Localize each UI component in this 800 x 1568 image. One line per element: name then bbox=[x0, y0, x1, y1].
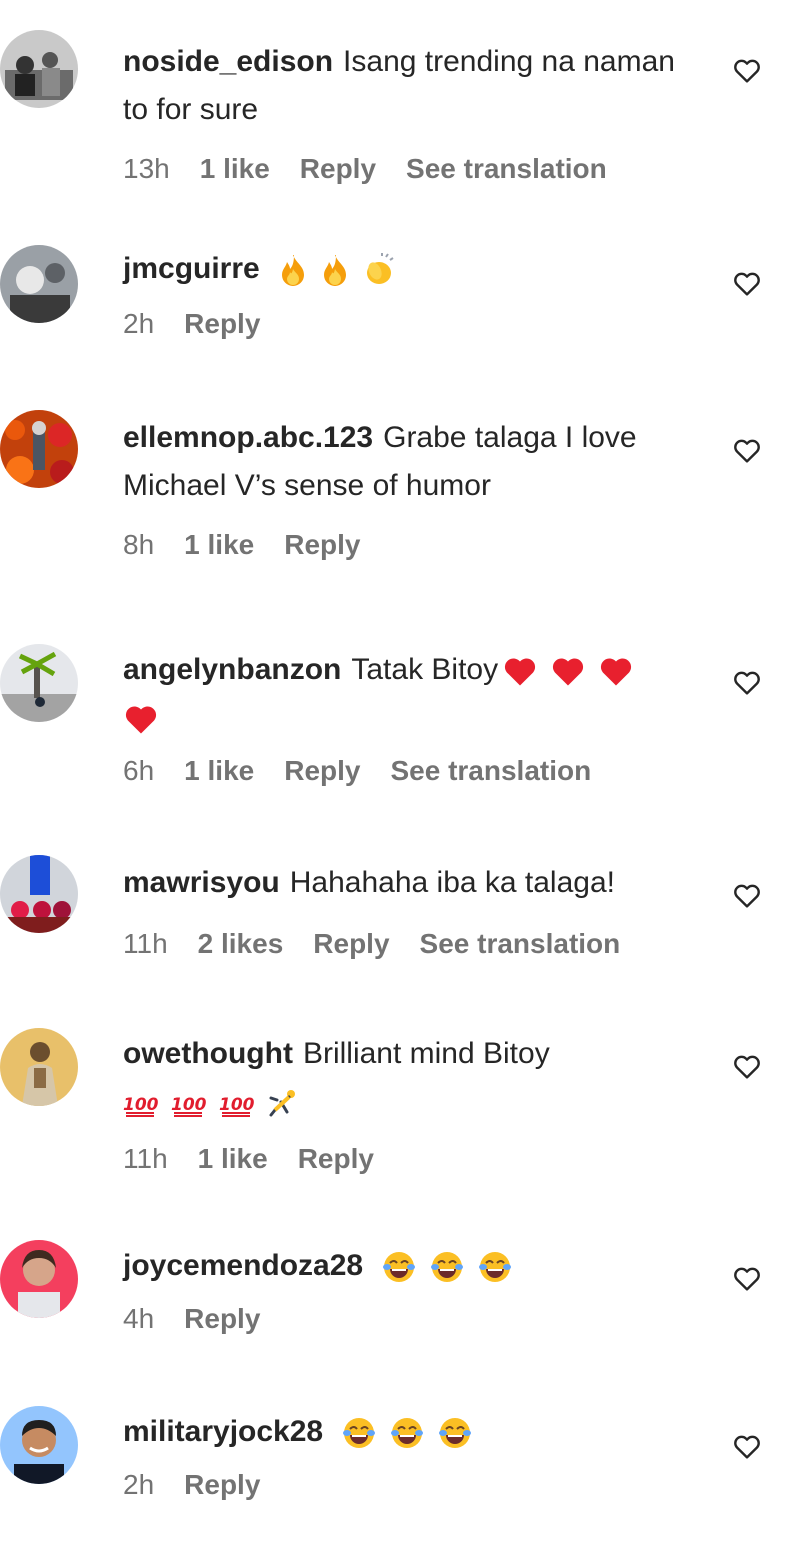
avatar[interactable] bbox=[0, 245, 78, 323]
username-link[interactable]: noside_edison bbox=[123, 45, 333, 78]
username-link[interactable]: jmcguirre bbox=[123, 252, 260, 285]
comment-text: noside_edison Isang trending na naman to … bbox=[123, 38, 708, 134]
heart-outline-icon bbox=[734, 272, 760, 296]
like-button[interactable] bbox=[731, 434, 763, 466]
joy-emoji-icon bbox=[477, 1249, 513, 1285]
username-link[interactable]: joycemendoza28 bbox=[123, 1249, 363, 1282]
like-button[interactable] bbox=[731, 1430, 763, 1462]
avatar[interactable] bbox=[0, 410, 78, 488]
joy-emoji-icon bbox=[389, 1415, 425, 1451]
comment-meta: 2h Reply bbox=[123, 1468, 708, 1502]
comment-meta: 4h Reply bbox=[123, 1302, 708, 1336]
like-button[interactable] bbox=[731, 54, 763, 86]
timestamp[interactable]: 13h bbox=[123, 152, 170, 186]
likes-count[interactable]: 1 like bbox=[184, 528, 254, 562]
reply-button[interactable]: Reply bbox=[184, 1468, 260, 1502]
hundred-points-emoji-icon: 100 bbox=[219, 1088, 255, 1118]
fire-emoji-icon bbox=[320, 253, 350, 287]
avatar[interactable] bbox=[0, 855, 78, 933]
comment-text: mawrisyou Hahahaha iba ka talaga! bbox=[123, 859, 708, 907]
reply-button[interactable]: Reply bbox=[184, 1302, 260, 1336]
hundred-points-emoji-icon: 100 bbox=[123, 1088, 159, 1118]
comment-text: angelynbanzon Tatak Bitoy bbox=[123, 646, 708, 742]
comment-meta: 13h 1 like Reply See translation bbox=[123, 152, 708, 186]
likes-count[interactable]: 1 like bbox=[198, 1142, 268, 1176]
avatar[interactable] bbox=[0, 1240, 78, 1318]
joy-emoji-icon bbox=[437, 1415, 473, 1451]
heart-outline-icon bbox=[734, 1435, 760, 1459]
reply-button[interactable]: Reply bbox=[284, 528, 360, 562]
like-button[interactable] bbox=[731, 666, 763, 698]
timestamp[interactable]: 6h bbox=[123, 754, 154, 788]
avatar[interactable] bbox=[0, 1028, 78, 1106]
joy-emoji-icon bbox=[341, 1415, 377, 1451]
see-translation-button[interactable]: See translation bbox=[406, 152, 607, 186]
username-link[interactable]: angelynbanzon bbox=[123, 653, 341, 686]
joy-emoji-icon bbox=[429, 1249, 465, 1285]
timestamp[interactable]: 8h bbox=[123, 528, 154, 562]
comments-list: noside_edison Isang trending na naman to … bbox=[0, 0, 800, 1568]
hundred-points-emoji-icon: 100 bbox=[171, 1088, 207, 1118]
avatar[interactable] bbox=[0, 644, 78, 722]
joy-emoji-icon bbox=[381, 1249, 417, 1285]
reply-button[interactable]: Reply bbox=[298, 1142, 374, 1176]
like-button[interactable] bbox=[731, 1262, 763, 1294]
comment-meta: 11h 2 likes Reply See translation bbox=[123, 927, 708, 961]
comment-text: ellemnop.abc.123 Grabe talaga I love Mich… bbox=[123, 414, 708, 510]
comment-meta: 2h Reply bbox=[123, 307, 708, 341]
comment-text: joycemendoza28 bbox=[123, 1242, 708, 1290]
reply-button[interactable]: Reply bbox=[313, 927, 389, 961]
red-heart-emoji-icon bbox=[598, 655, 634, 687]
username-link[interactable]: ellemnop.abc.123 bbox=[123, 421, 373, 454]
avatar[interactable] bbox=[0, 1406, 78, 1484]
comment-text: owethought Brilliant mind Bitoy 100 100 100 bbox=[123, 1030, 708, 1126]
username-link[interactable]: mawrisyou bbox=[123, 866, 280, 899]
like-button[interactable] bbox=[731, 1050, 763, 1082]
heart-outline-icon bbox=[734, 1055, 760, 1079]
comment-meta: 8h 1 like Reply bbox=[123, 528, 708, 562]
timestamp[interactable]: 2h bbox=[123, 307, 154, 341]
username-link[interactable]: owethought bbox=[123, 1037, 293, 1070]
red-heart-emoji-icon bbox=[502, 655, 538, 687]
likes-count[interactable]: 2 likes bbox=[198, 927, 284, 961]
red-heart-emoji-icon bbox=[550, 655, 586, 687]
timestamp[interactable]: 2h bbox=[123, 1468, 154, 1502]
like-button[interactable] bbox=[731, 879, 763, 911]
timestamp[interactable]: 11h bbox=[123, 1142, 168, 1176]
reply-button[interactable]: Reply bbox=[184, 307, 260, 341]
comment-body: Hahahaha iba ka talaga! bbox=[289, 866, 615, 899]
see-translation-button[interactable]: See translation bbox=[390, 754, 591, 788]
avatar[interactable] bbox=[0, 30, 78, 108]
clapping-hands-emoji-icon bbox=[362, 253, 396, 287]
likes-count[interactable]: 1 like bbox=[184, 754, 254, 788]
heart-outline-icon bbox=[734, 439, 760, 463]
heart-outline-icon bbox=[734, 884, 760, 908]
timestamp[interactable]: 11h bbox=[123, 927, 168, 961]
comment-body: Brilliant mind Bitoy bbox=[302, 1037, 550, 1070]
timestamp[interactable]: 4h bbox=[123, 1302, 154, 1336]
heart-outline-icon bbox=[734, 1267, 760, 1291]
reply-button[interactable]: Reply bbox=[284, 754, 360, 788]
like-button[interactable] bbox=[731, 267, 763, 299]
cartwheel-emoji-icon bbox=[267, 1088, 297, 1118]
red-heart-emoji-icon bbox=[123, 703, 159, 735]
likes-count[interactable]: 1 like bbox=[200, 152, 270, 186]
comment-text: militaryjock28 bbox=[123, 1408, 708, 1456]
see-translation-button[interactable]: See translation bbox=[420, 927, 621, 961]
fire-emoji-icon bbox=[278, 253, 308, 287]
comment-meta: 11h 1 like Reply bbox=[123, 1142, 708, 1176]
comment-body: Tatak Bitoy bbox=[351, 653, 499, 686]
reply-button[interactable]: Reply bbox=[300, 152, 376, 186]
heart-outline-icon bbox=[734, 671, 760, 695]
username-link[interactable]: militaryjock28 bbox=[123, 1415, 323, 1448]
comment-meta: 6h 1 like Reply See translation bbox=[123, 754, 708, 788]
heart-outline-icon bbox=[734, 59, 760, 83]
comment-text: jmcguirre bbox=[123, 245, 708, 293]
